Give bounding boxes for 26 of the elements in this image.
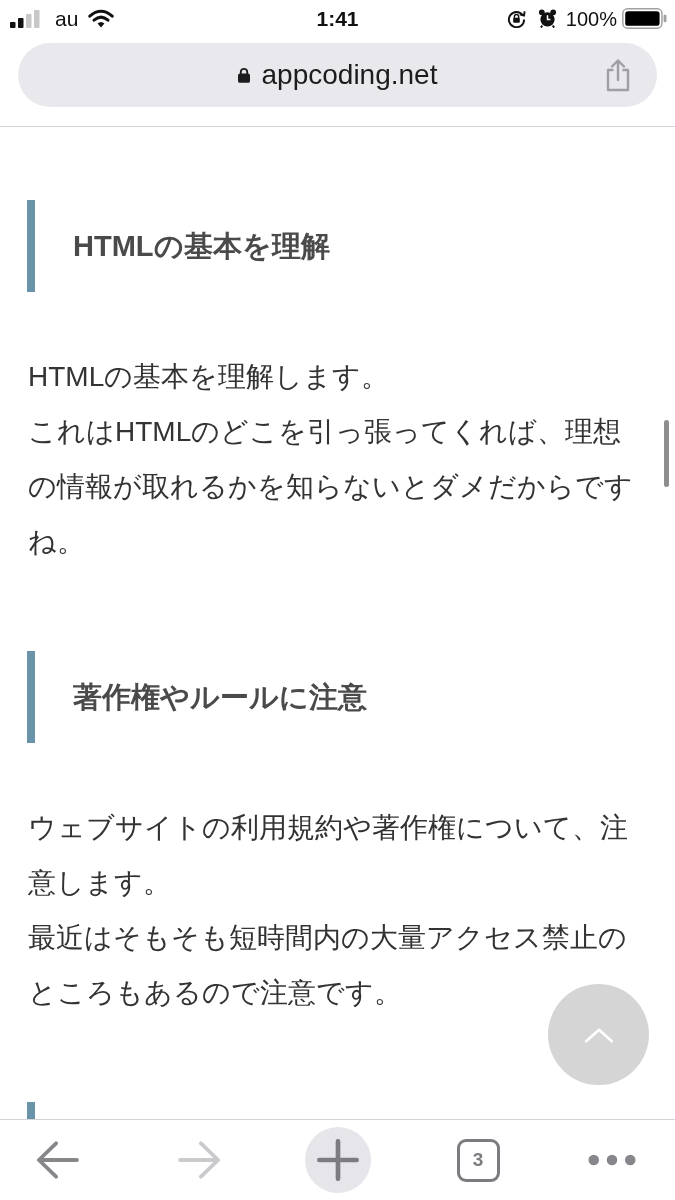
three-dots-icon	[588, 1154, 636, 1166]
back-button[interactable]	[35, 1141, 79, 1179]
battery-icon	[622, 8, 667, 29]
right-arrow-icon	[178, 1141, 222, 1179]
scrollbar-thumb	[664, 420, 669, 487]
status-time: 1:41	[316, 8, 359, 29]
more-button[interactable]	[588, 1154, 636, 1166]
paragraph: HTMLの基本を理解します。 これはHTMLのどこを引っ張ってくれば、理想の情報が取れるかを知らないとダメだからですね。	[28, 360, 634, 559]
paragraph: ウェブサイトの利用規約や著作権について、注意します。 最近はそもそも短時間内の大量アクセス禁止のところもあるので注意です。	[28, 811, 629, 1010]
share-icon	[605, 58, 631, 92]
battery-percentage: 100%	[565, 8, 617, 29]
plus-icon	[317, 1139, 359, 1181]
address-bar[interactable]: appcoding.net	[18, 43, 657, 107]
section-heading: HTMLの基本を理解	[73, 228, 330, 264]
tabs-button[interactable]: 3	[456, 1138, 500, 1182]
left-arrow-icon	[35, 1141, 79, 1179]
lock-icon	[237, 67, 250, 83]
signal-strength-icon	[10, 9, 40, 28]
rotation-lock-icon	[506, 9, 526, 28]
share-button[interactable]	[605, 58, 631, 92]
carrier-name: au	[55, 8, 79, 29]
section-heading: 著作権やルールに注意	[73, 679, 367, 715]
wifi-icon	[88, 9, 115, 28]
alarm-clock-icon	[537, 9, 557, 28]
url-text: appcoding.net	[261, 61, 438, 89]
chevron-up-icon	[583, 1026, 614, 1043]
